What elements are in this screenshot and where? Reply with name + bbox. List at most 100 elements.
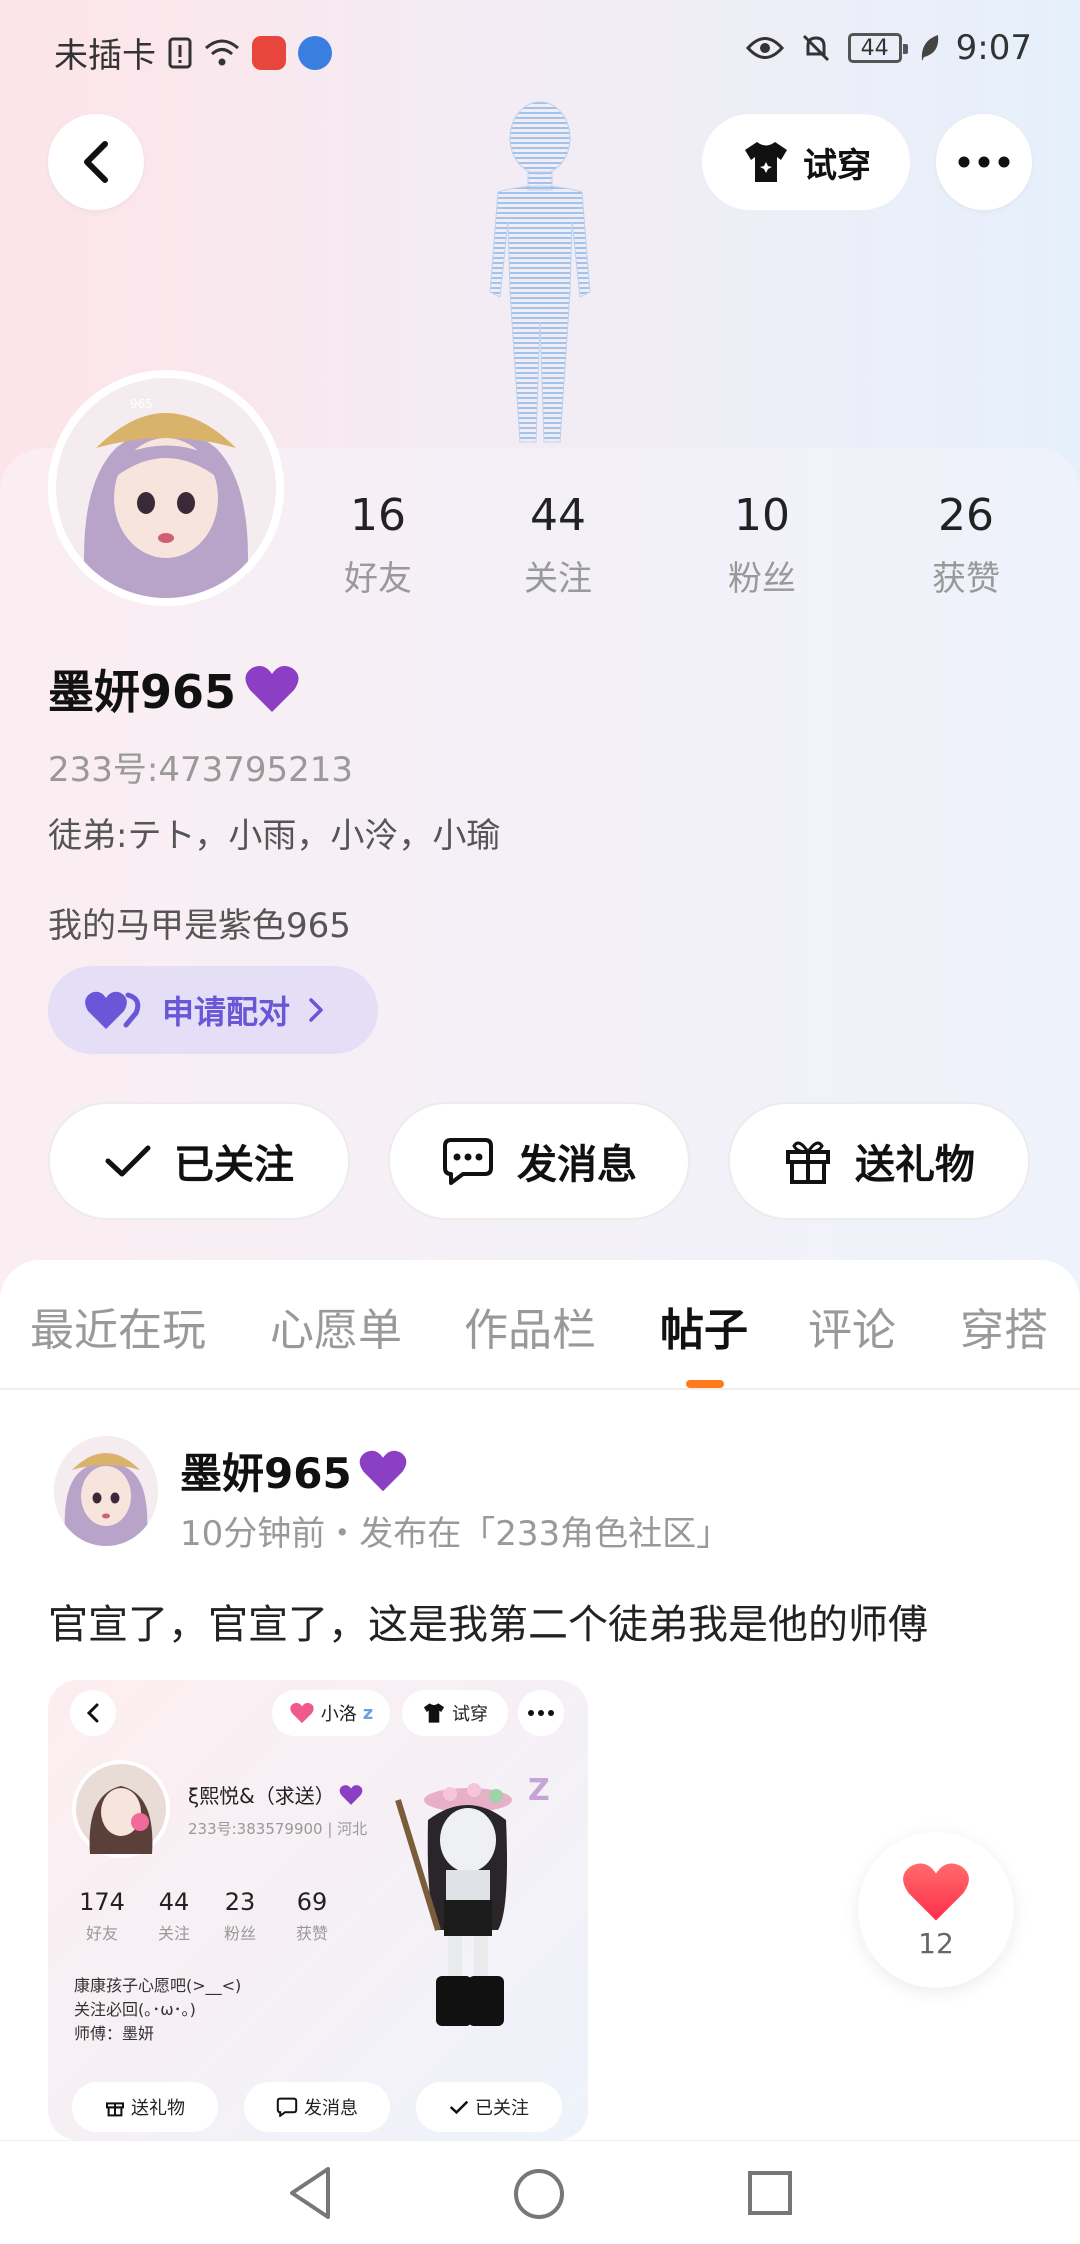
status-bar-right: 44 9:07 — [745, 28, 1032, 68]
nav-recents-button[interactable] — [746, 2169, 794, 2217]
image-bio-line: 师傅：墨妍 — [74, 2024, 155, 2043]
stat-value: 16 — [350, 490, 406, 541]
image-stat-likes: 69 获赞 — [282, 1888, 342, 1944]
carrier-text: 未插卡 — [54, 36, 156, 76]
chat-bubble-icon — [443, 1138, 493, 1185]
like-count: 12 — [918, 1926, 954, 1960]
image-follow-label: 已关注 — [475, 2098, 529, 2119]
image-stat-label: 获赞 — [295, 1924, 328, 1943]
send-gift-label: 送礼物 — [855, 1142, 975, 1188]
nav-home-button[interactable] — [512, 2167, 566, 2221]
profile-tabs: 最近在玩 心愿单 作品栏 帖子 评论 穿搭 — [0, 1260, 1080, 1390]
check-icon — [105, 1145, 151, 1177]
tab-recently-played[interactable]: 最近在玩 — [30, 1294, 206, 1358]
image-pet-badge: 小洛 z — [272, 1690, 390, 1736]
image-user-name: ξ熙悦&（求送） — [188, 1780, 363, 1809]
followed-label: 已关注 — [174, 1142, 294, 1188]
more-dots-icon — [958, 156, 1010, 168]
post-meta: 10分钟前・发布在「233角色社区」 — [180, 1514, 731, 1554]
send-gift-button[interactable]: 送礼物 — [728, 1102, 1030, 1220]
image-stat-fans: 23 粉丝 — [210, 1888, 270, 1944]
image-stat-following: 44 关注 — [144, 1888, 204, 1944]
mute-bell-icon — [800, 32, 832, 64]
image-back-button — [70, 1690, 116, 1736]
battery-level: 44 — [860, 35, 889, 61]
image-character: Z — [378, 1760, 568, 2060]
nav-back-button[interactable] — [286, 2165, 334, 2221]
stat-likes[interactable]: 26 获赞 — [886, 490, 1046, 600]
image-stat-label: 粉丝 — [223, 1924, 256, 1943]
tab-outfits[interactable]: 穿搭 — [960, 1294, 1048, 1358]
sim-alert-icon — [168, 37, 192, 69]
image-follow-button: 已关注 — [416, 2082, 562, 2132]
stat-fans[interactable]: 10 粉丝 — [682, 490, 842, 600]
try-on-button[interactable]: 试穿 — [702, 114, 910, 210]
apprentice-list: 徒弟:テト，小雨，小泠，小瑜 — [48, 816, 501, 856]
more-options-button[interactable] — [936, 114, 1032, 210]
chat-bubble-icon — [276, 2097, 298, 2117]
stat-label: 关注 — [524, 559, 592, 599]
tab-posts[interactable]: 帖子 — [660, 1294, 748, 1358]
tab-comments[interactable]: 评论 — [808, 1294, 896, 1358]
purple-heart-icon — [339, 1784, 363, 1805]
image-gift-label: 送礼物 — [131, 2098, 185, 2119]
image-avatar — [72, 1760, 170, 1858]
gift-icon — [786, 1141, 830, 1184]
post-body: 官宣了，官宣了，这是我第二个徒弟我是他的师傅 — [48, 1602, 928, 1648]
tab-wishlist[interactable]: 心愿单 — [270, 1294, 402, 1358]
like-button[interactable]: 12 — [858, 1832, 1014, 1988]
profile-page: 未插卡 44 9:07 试穿 965 16 好友 44 关注 10 粉丝 26 … — [0, 0, 1080, 2244]
stat-friends[interactable]: 16 好友 — [298, 490, 458, 600]
heart-icon — [903, 1862, 969, 1921]
chevron-left-icon — [84, 141, 108, 183]
avatar-hat-text: 965 — [130, 397, 153, 411]
profile-name-text: 墨妍965 — [48, 665, 237, 719]
user-id: 233号:473795213 — [48, 750, 354, 790]
status-bar: 未插卡 44 9:07 — [0, 0, 1080, 100]
image-user-id: 233号:383579900 | 河北 — [188, 1820, 368, 1838]
image-stat-label: 关注 — [157, 1924, 190, 1943]
image-user-name-text: ξ熙悦&（求送） — [188, 1784, 335, 1808]
gift-icon — [106, 2102, 124, 2117]
tab-works[interactable]: 作品栏 — [464, 1294, 596, 1358]
pair-hearts-icon — [85, 991, 141, 1029]
clock-text: 9:07 — [955, 28, 1032, 68]
profile-avatar[interactable]: 965 — [48, 370, 284, 606]
active-tab-indicator — [686, 1380, 724, 1388]
send-message-button[interactable]: 发消息 — [388, 1102, 690, 1220]
tshirt-icon — [741, 140, 791, 184]
more-dots-icon — [528, 1710, 554, 1716]
stat-value: 26 — [938, 490, 994, 541]
browser-icon — [298, 35, 332, 70]
leaf-icon — [918, 33, 940, 63]
stat-following[interactable]: 44 关注 — [478, 490, 638, 600]
purple-heart-icon — [359, 1450, 407, 1491]
system-navigation-bar — [0, 2140, 1080, 2244]
eye-icon — [745, 35, 784, 61]
post-author-name[interactable]: 墨妍965 — [180, 1440, 408, 1501]
apply-pair-button[interactable]: 申请配对 — [48, 966, 378, 1054]
image-stat-value: 23 — [224, 1888, 256, 1916]
image-try-on-badge: 试穿 — [402, 1690, 508, 1736]
image-bio-line: 康康孩子心愿吧(>__<) — [74, 1976, 242, 1995]
image-message-label: 发消息 — [304, 2098, 358, 2119]
try-on-label: 试穿 — [803, 145, 871, 186]
post-author-avatar[interactable] — [54, 1436, 158, 1546]
post-image[interactable]: 小洛 z 试穿 ξ熙悦&（求送） 233号:383579900 | 河北 174… — [48, 1680, 588, 2140]
profile-name: 墨妍965 — [48, 656, 300, 722]
stat-value: 10 — [734, 490, 790, 541]
image-stat-value: 44 — [158, 1888, 190, 1916]
image-bio: 康康孩子心愿吧(>__<) 关注必回(｡･ω･｡) 师傅：墨妍 — [74, 1974, 241, 2046]
image-try-on-label: 试穿 — [452, 1704, 488, 1725]
pink-heart-icon — [290, 1702, 314, 1724]
apply-pair-label: 申请配对 — [162, 993, 291, 1031]
tshirt-icon — [423, 1703, 445, 1723]
status-bar-left: 未插卡 — [54, 28, 332, 77]
stat-value: 44 — [530, 490, 586, 541]
followed-button[interactable]: 已关注 — [48, 1102, 350, 1220]
wifi-icon — [204, 38, 240, 68]
battery-indicator: 44 — [847, 33, 908, 63]
back-button[interactable] — [48, 114, 144, 210]
svg-text:Z: Z — [528, 1773, 550, 1808]
chevron-right-icon — [309, 998, 323, 1022]
